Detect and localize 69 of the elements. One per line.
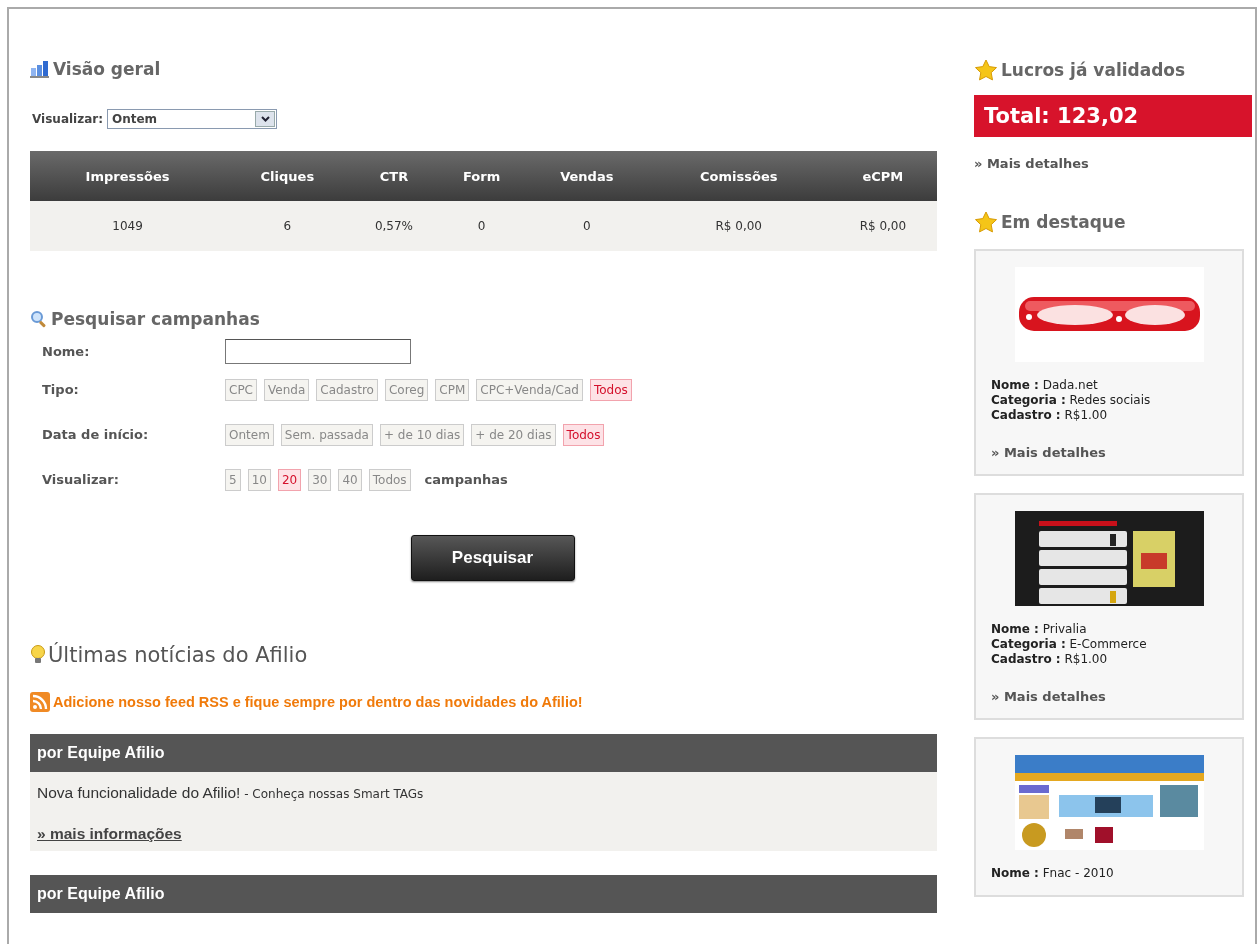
campaign-info: Nome : Fnac - 2010 <box>991 866 1115 881</box>
campaign-info: Nome : Dada.net <box>991 378 1099 393</box>
bar-chart-icon <box>30 60 50 78</box>
column-header: eCPM <box>828 151 937 201</box>
table-cell: 0 <box>438 201 525 251</box>
campaign-info: Nome : Privalia <box>991 622 1088 637</box>
field-label: Nome: <box>42 343 91 359</box>
section-heading: Em destaque <box>1001 212 1126 232</box>
total-banner: Total: 123,02 <box>974 95 1252 137</box>
filter-option[interactable]: Todos <box>368 468 411 491</box>
filter-option[interactable]: CPM <box>435 378 470 401</box>
section-heading: Lucros já validados <box>1001 60 1186 80</box>
table-cell: R$ 0,00 <box>828 201 937 251</box>
lightbulb-icon <box>30 645 46 665</box>
post-author: por Equipe Afilio <box>37 885 165 903</box>
name-field[interactable] <box>225 338 411 364</box>
section-heading: Visão geral <box>53 59 161 79</box>
table-cell: 1049 <box>30 201 226 251</box>
filter-option[interactable]: Todos <box>589 378 632 401</box>
more-link[interactable]: » mais informações <box>37 825 182 843</box>
section-heading: Pesquisar campanhas <box>51 309 260 329</box>
filter-option[interactable]: 10 <box>247 468 271 491</box>
post-text: Nova funcionalidade do Afilio! - Conheça nossas Smart TAGs <box>37 784 425 802</box>
field-label: Data de início: <box>42 427 150 442</box>
post-author: por Equipe Afilio <box>37 744 165 762</box>
filter-option[interactable]: + de 10 dias <box>379 423 465 446</box>
caret-icon <box>260 116 270 122</box>
filter-option[interactable]: Venda <box>264 378 310 401</box>
filter-option[interactable]: Coreg <box>384 378 429 401</box>
filter-option[interactable]: Ontem <box>225 423 274 446</box>
rss-link[interactable]: Adicione nosso feed RSS e fique sempre por dentro das novidades do Afilio! <box>53 694 583 710</box>
details-link[interactable]: » Mais detalhes <box>974 156 1089 171</box>
field-label: Tipo: <box>42 382 80 397</box>
column-header: Comissões <box>648 151 829 201</box>
period-dropdown[interactable]: Ontem <box>107 109 277 129</box>
rss-icon <box>30 692 50 712</box>
details-link[interactable]: » Mais detalhes <box>991 689 1106 704</box>
filter-option[interactable]: Cadastro <box>316 378 378 401</box>
search-icon <box>30 310 48 328</box>
table-cell: 0,57% <box>349 201 439 251</box>
filter-option[interactable]: 5 <box>225 468 241 491</box>
details-link[interactable]: » Mais detalhes <box>991 445 1106 460</box>
unit-label: campanhas <box>424 472 508 487</box>
filter-option[interactable]: 20 <box>277 468 302 491</box>
table-cell: R$ 0,00 <box>648 201 829 251</box>
campaign-info: Cadastro : R$1.00 <box>991 652 1109 667</box>
filter-option[interactable]: Todos <box>562 423 605 446</box>
column-header: CTR <box>349 151 439 201</box>
campaign-info: Categoria : Redes sociais <box>991 393 1152 408</box>
column-header: Form <box>438 151 525 201</box>
filter-option[interactable]: 30 <box>308 468 332 491</box>
column-header: Impressões <box>30 151 226 201</box>
table-cell: 0 <box>524 201 649 251</box>
column-header: Vendas <box>524 151 649 201</box>
table-cell: 6 <box>225 201 350 251</box>
search-button[interactable]: Pesquisar <box>410 535 575 581</box>
campaign-info: Categoria : E-Commerce <box>991 637 1148 652</box>
filter-option[interactable]: 40 <box>338 468 362 491</box>
filter-option[interactable]: CPC <box>225 378 257 401</box>
section-heading: Últimas notícias do Afilio <box>48 643 308 667</box>
star-icon <box>974 59 998 81</box>
field-label: Visualizar: <box>42 472 120 487</box>
campaign-info: Cadastro : R$1.00 <box>991 408 1109 423</box>
filter-option[interactable]: Sem. passada <box>280 423 373 446</box>
column-header: Cliques <box>225 151 350 201</box>
filter-option[interactable]: + de 20 dias <box>471 423 556 446</box>
filter-option[interactable]: CPC+Venda/Cad <box>476 378 583 401</box>
star-icon <box>974 211 998 233</box>
field-label: Visualizar: <box>32 112 103 126</box>
